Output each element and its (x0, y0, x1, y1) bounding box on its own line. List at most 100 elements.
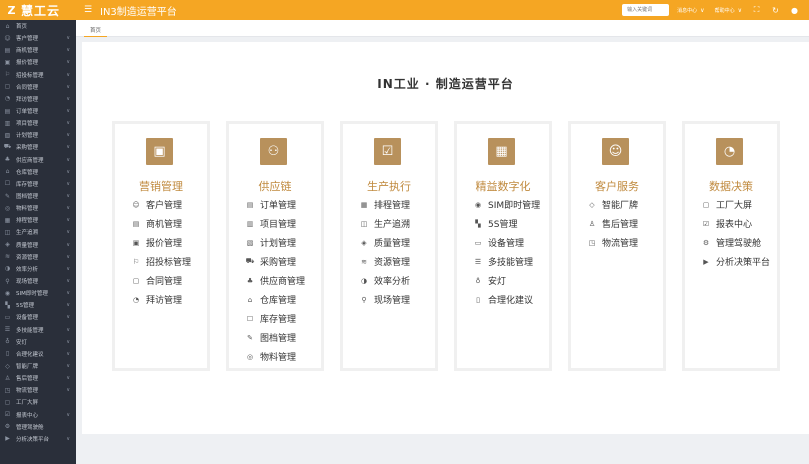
order-icon: ▤ (4, 107, 11, 115)
card-link[interactable]: ◔ 拜访管理 (132, 290, 191, 309)
sidebar-item[interactable]: ♁ 安灯 ∨ (0, 336, 76, 348)
sidebar-item[interactable]: ⌂ 仓库管理 ∨ (0, 166, 76, 178)
sidebar-item[interactable]: ⚐ 招投标管理 ∨ (0, 69, 76, 81)
sidebar-item[interactable]: ▢ 合同管理 ∨ (0, 81, 76, 93)
sidebar-item[interactable]: ▣ 报价管理 ∨ (0, 56, 76, 68)
sidebar-item[interactable]: ☺ 客户管理 ∨ (0, 32, 76, 44)
sidebar-item[interactable]: ◫ 生产追溯 ∨ (0, 226, 76, 238)
card-link[interactable]: ☐ 库存管理 (246, 309, 305, 328)
card-link[interactable]: ◉ SIM即时管理 (474, 195, 540, 214)
sidebar-item[interactable]: ☰ 多技能管理 ∨ (0, 324, 76, 336)
card-link[interactable]: ▚ 5S管理 (474, 214, 540, 233)
card-link[interactable]: ✎ 图档管理 (246, 328, 305, 347)
sidebar-item[interactable]: ◈ 质量管理 ∨ (0, 239, 76, 251)
fullscreen-icon[interactable]: ⛶ (752, 5, 761, 15)
card-link[interactable]: ☺ 客户管理 (132, 195, 191, 214)
card-link[interactable]: ☰ 多技能管理 (474, 252, 540, 271)
card-link[interactable]: ▢ 工厂大屏 (702, 195, 770, 214)
card-link[interactable]: ◑ 效率分析 (360, 271, 410, 290)
sidebar-item[interactable]: ◇ 智能厂牌 ∨ (0, 360, 76, 372)
sidebar-item-label: 仓库管理 (16, 169, 39, 176)
card-link[interactable]: ▥ 项目管理 (246, 214, 305, 233)
sidebar-item[interactable]: ⚲ 现场管理 ∨ (0, 275, 76, 287)
sidebar-item-label: 管理驾驶舱 (16, 424, 44, 431)
refresh-icon[interactable]: ↻ (771, 6, 780, 15)
sidebar-item[interactable]: ⚙ 管理驾驶舱 (0, 421, 76, 433)
sidebar-item[interactable]: ▶ 分析决策平台 ∨ (0, 433, 76, 445)
report-icon: ☑ (4, 411, 11, 419)
card-title: 营销管理 (139, 180, 183, 193)
card-link[interactable]: ⚙ 管理驾驶舱 (702, 233, 770, 252)
chevron-down-icon: ∨ (66, 350, 70, 357)
supplier-icon: ♣ (4, 156, 11, 164)
card-link[interactable]: ⚐ 招投标管理 (132, 252, 191, 271)
card-link[interactable]: ▤ 订单管理 (246, 195, 305, 214)
card-link[interactable]: ♁ 安灯 (474, 271, 540, 290)
sidebar-item[interactable]: ☐ 库存管理 ∨ (0, 178, 76, 190)
card-link-label: 计划管理 (260, 239, 297, 249)
sidebar-item[interactable]: ▤ 订单管理 ∨ (0, 105, 76, 117)
card-link[interactable]: ▭ 设备管理 (474, 233, 540, 252)
card-link[interactable]: ▦ 排程管理 (360, 195, 410, 214)
logo[interactable]: Z 慧工云 (0, 0, 76, 20)
sidebar-item[interactable]: ◑ 效率分析 ∨ (0, 263, 76, 275)
drawing-icon: ✎ (4, 192, 11, 200)
tab-home[interactable]: 首页 (84, 24, 108, 37)
bid-icon: ⚐ (4, 71, 11, 79)
inventory-icon: ☐ (246, 314, 254, 323)
sidebar-item[interactable]: ♣ 供应商管理 ∨ (0, 154, 76, 166)
card-link[interactable]: ◎ 物料管理 (246, 347, 305, 366)
chevron-down-icon: ∨ (66, 205, 70, 212)
sidebar-item[interactable]: ♙ 售后管理 ∨ (0, 372, 76, 384)
card-link[interactable]: ▢ 合同管理 (132, 271, 191, 290)
sidebar-item[interactable]: ▭ 设备管理 ∨ (0, 311, 76, 323)
card-link[interactable]: ▶ 分析决策平台 (702, 252, 770, 271)
sidebar-item[interactable]: ▦ 排程管理 ∨ (0, 214, 76, 226)
sidebar-item[interactable]: ≋ 资源管理 ∨ (0, 251, 76, 263)
sidebar-item-label: 资源管理 (16, 254, 39, 261)
card-link-label: 采购管理 (260, 258, 297, 268)
sidebar-item[interactable]: ☑ 报表中心 ∨ (0, 409, 76, 421)
sidebar-item[interactable]: ▤ 商机管理 ∨ (0, 44, 76, 56)
card-link[interactable]: ♙ 售后管理 (588, 214, 638, 233)
card-link[interactable]: ◈ 质量管理 (360, 233, 410, 252)
contract-icon: ▢ (4, 83, 11, 91)
sidebar-item[interactable]: ▢ 工厂大屏 (0, 396, 76, 408)
hamburger-icon[interactable]: ☰ (83, 5, 93, 15)
help-center-link[interactable]: 帮助中心 ∨ (715, 7, 742, 14)
search-input[interactable] (622, 4, 670, 16)
order-icon: ▤ (246, 200, 254, 209)
sidebar-item[interactable]: ⛟ 采购管理 ∨ (0, 141, 76, 153)
sidebar-item[interactable]: ◳ 物流管理 ∨ (0, 384, 76, 396)
sidebar-item[interactable]: ⌂ 首页 (0, 20, 76, 32)
card-link[interactable]: ☑ 报表中心 (702, 214, 770, 233)
chevron-down-icon: ∨ (66, 265, 70, 272)
sidebar-item-label: 现场管理 (16, 279, 39, 286)
sidebar-item[interactable]: ▥ 项目管理 ∨ (0, 117, 76, 129)
card-link[interactable]: ▤ 商机管理 (132, 214, 191, 233)
sidebar-item[interactable]: ◔ 拜访管理 ∨ (0, 93, 76, 105)
trace-icon: ◫ (4, 228, 11, 236)
card-link[interactable]: ▧ 计划管理 (246, 233, 305, 252)
card-link[interactable]: ⌂ 仓库管理 (246, 290, 305, 309)
card-link[interactable]: ◳ 物流管理 (588, 233, 638, 252)
message-center-link[interactable]: 消息中心 ∨ (677, 7, 704, 14)
card-link[interactable]: ▯ 合理化建议 (474, 290, 540, 309)
card-link[interactable]: ⛟ 采购管理 (246, 252, 305, 271)
sidebar-item[interactable]: ▯ 合理化建议 ∨ (0, 348, 76, 360)
sidebar-item[interactable]: ◎ 物料管理 ∨ (0, 202, 76, 214)
user-icon[interactable]: ● (790, 6, 799, 15)
card-item-list: ☺ 客户管理 ▤ 商机管理 ▣ 报价管理 ⚐ 招投标管理 ▢ 合同管理 ◔ 拜访管理 (132, 195, 191, 309)
sidebar-item[interactable]: ▚ 5S管理 ∨ (0, 299, 76, 311)
sidebar-item[interactable]: ✎ 图档管理 ∨ (0, 190, 76, 202)
card-link[interactable]: ≋ 资源管理 (360, 252, 410, 271)
card-link[interactable]: ◫ 生产追溯 (360, 214, 410, 233)
site-icon: ⚲ (361, 295, 367, 304)
card-link[interactable]: ♣ 供应商管理 (246, 271, 305, 290)
card-link[interactable]: ◇ 智能厂牌 (588, 195, 638, 214)
card-link[interactable]: ▣ 报价管理 (132, 233, 191, 252)
bid-icon: ⚐ (132, 257, 140, 266)
card-link[interactable]: ⚲ 现场管理 (360, 290, 410, 309)
sidebar-item[interactable]: ◉ SIM即时管理 ∨ (0, 287, 76, 299)
sidebar-item[interactable]: ▧ 计划管理 ∨ (0, 129, 76, 141)
